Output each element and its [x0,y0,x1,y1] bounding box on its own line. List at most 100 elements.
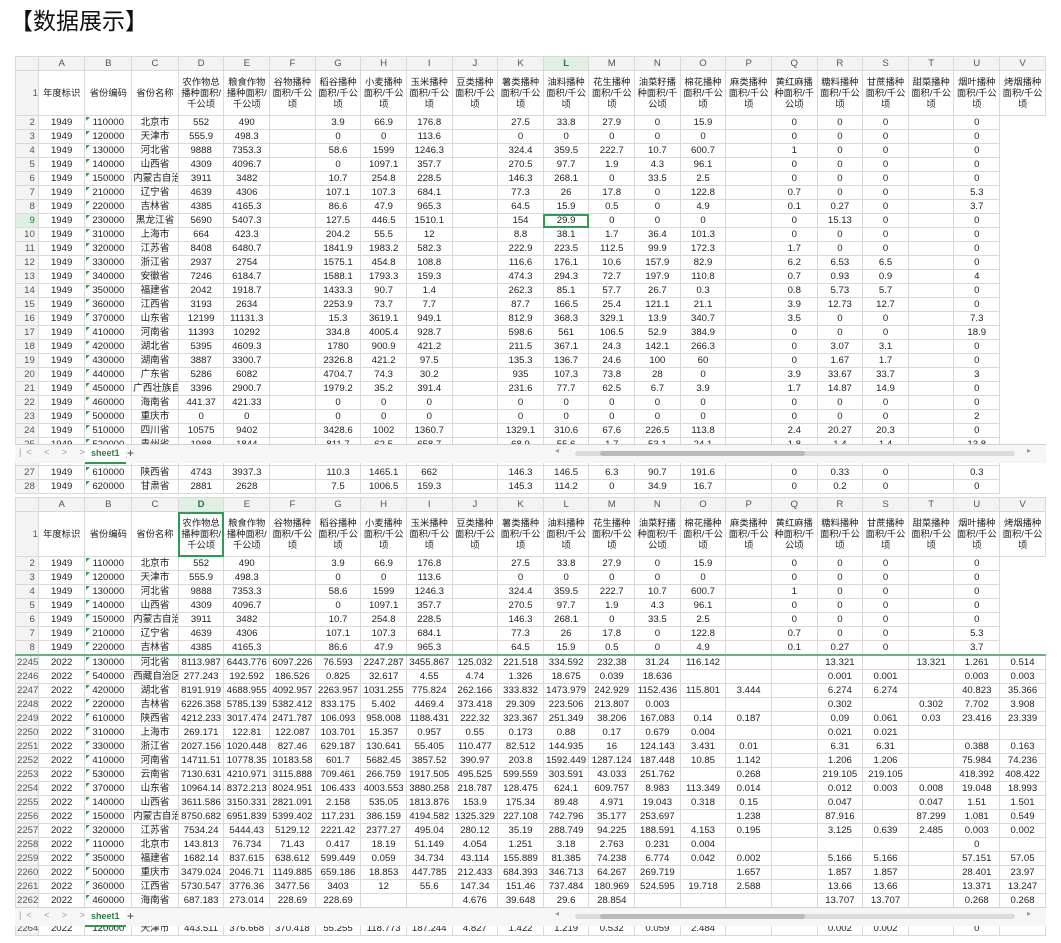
data-cell[interactable]: 10183.58 [269,753,316,768]
data-cell[interactable]: 1949 [37,269,86,284]
data-cell[interactable] [770,669,818,684]
data-cell[interactable]: 552 [177,115,225,130]
header-cell[interactable]: 黄红麻播种面积/千公顷 [770,70,818,116]
data-cell[interactable] [269,213,316,228]
data-cell[interactable] [725,325,772,340]
data-cell[interactable]: 242.929 [588,683,636,698]
data-cell[interactable]: 1433.3 [314,283,362,298]
data-cell[interactable] [451,570,499,585]
data-cell[interactable]: 26 [542,626,590,641]
data-cell[interactable]: 湖南省 [131,353,179,368]
column-header-U[interactable]: U [953,497,1001,512]
data-cell[interactable]: 0.014 [725,781,772,796]
data-cell[interactable]: 2.485 [907,823,955,838]
data-cell[interactable] [770,654,818,670]
data-cell[interactable]: 99.9 [634,241,681,256]
table-row[interactable]: 16 1949 370000 山东省 12199 11131.3 15.3 3619.1 949… [15,311,1046,326]
data-cell[interactable]: 1949 [37,115,86,130]
data-cell[interactable]: 330000 [84,255,133,270]
data-cell[interactable]: 600.7 [679,143,727,158]
data-cell[interactable]: 8113.987 [177,654,225,670]
column-header-T[interactable]: T [907,56,955,71]
data-cell[interactable]: 6.3 [588,465,636,480]
data-cell[interactable]: 66.9 [360,556,407,571]
data-cell[interactable]: 15.9 [679,115,727,130]
data-cell[interactable] [451,283,499,298]
data-cell[interactable]: 2.5 [679,171,727,186]
data-cell[interactable]: 11131.3 [223,311,271,326]
data-cell[interactable]: 142.1 [634,339,681,354]
data-cell[interactable]: 949.1 [405,311,453,326]
data-cell[interactable]: 2022 [37,795,86,810]
column-header-S[interactable]: S [862,497,909,512]
row-header[interactable]: 4 [15,584,39,599]
data-cell[interactable]: 1.7 [862,353,909,368]
data-cell[interactable]: 1575.1 [314,255,362,270]
data-cell[interactable]: 23.97 [999,865,1046,880]
data-cell[interactable]: 5.166 [816,851,864,866]
data-cell[interactable]: 0 [816,395,864,410]
data-cell[interactable]: 24.3 [588,339,636,354]
data-cell[interactable]: 1949 [37,297,86,312]
data-cell[interactable]: 320000 [84,823,133,838]
data-cell[interactable]: 内蒙古自治区 [131,809,179,824]
data-cell[interactable]: 3.908 [999,697,1046,712]
data-cell[interactable] [634,893,681,908]
data-cell[interactable] [451,311,499,326]
data-cell[interactable]: 0.318 [679,795,727,810]
data-cell[interactable] [269,584,316,599]
data-cell[interactable]: 0.195 [725,823,772,838]
data-cell[interactable] [269,395,316,410]
data-cell[interactable]: 107.1 [314,626,362,641]
data-cell[interactable] [679,669,727,684]
table-row[interactable]: 2253 2022 530000 云南省 7130.631 4210.971 3115.88… [15,767,1046,782]
data-cell[interactable]: 33.7 [862,367,909,382]
data-cell[interactable]: 5444.43 [223,823,271,838]
data-cell[interactable]: 0.1 [770,640,818,656]
data-cell[interactable] [770,753,818,768]
data-cell[interactable]: 390.97 [451,753,499,768]
data-cell[interactable]: 西藏自治区 [131,669,179,684]
data-cell[interactable]: 116.6 [497,255,544,270]
data-cell[interactable]: 3776.36 [223,879,271,894]
data-cell[interactable] [725,129,772,144]
data-cell[interactable]: 3911 [177,612,225,627]
data-cell[interactable]: 4.9 [679,640,727,656]
data-cell[interactable]: 0 [862,171,909,186]
header-cell[interactable]: 粮食作物播种面积/千公顷 [223,70,271,116]
data-cell[interactable]: 0.639 [862,823,909,838]
data-cell[interactable]: 175.34 [497,795,544,810]
data-cell[interactable]: 4.054 [451,837,499,852]
data-cell[interactable]: 辽宁省 [131,185,179,200]
data-cell[interactable] [269,269,316,284]
data-cell[interactable]: 0.003 [953,669,1001,684]
data-cell[interactable]: 0.061 [862,711,909,726]
column-header-A[interactable]: A [37,56,86,71]
data-cell[interactable]: 2247.287 [360,654,407,670]
data-cell[interactable]: 0 [770,115,818,130]
data-cell[interactable]: 85.1 [542,283,590,298]
data-cell[interactable]: 3150.331 [223,795,271,810]
data-cell[interactable]: 2022 [37,879,86,894]
data-cell[interactable]: 18.636 [634,669,681,684]
data-cell[interactable]: 106.093 [314,711,362,726]
table-row[interactable]: 20 1949 440000 广东省 5286 6082 4704.7 74.3 30.2 935… [15,367,1046,382]
data-cell[interactable]: 535.05 [360,795,407,810]
data-cell[interactable]: 2628 [223,479,271,494]
data-cell[interactable]: 228.5 [405,171,453,186]
data-cell[interactable]: 86.6 [314,640,362,656]
data-cell[interactable]: 0 [634,626,681,641]
data-cell[interactable]: 958.008 [360,711,407,726]
column-header-G[interactable]: G [314,56,362,71]
data-cell[interactable]: 0 [314,570,362,585]
data-cell[interactable]: 146.5 [542,465,590,480]
data-cell[interactable] [999,837,1046,852]
data-cell[interactable]: 268.1 [542,171,590,186]
data-cell[interactable]: 324.4 [497,143,544,158]
data-cell[interactable]: 9888 [177,584,225,599]
data-cell[interactable]: 357.7 [405,157,453,172]
table-row[interactable]: 2252 2022 410000 河南省 14711.51 10778.35 10183.5… [15,753,1046,768]
data-cell[interactable]: 140000 [84,795,133,810]
data-cell[interactable] [907,669,955,684]
table-row[interactable]: 61949150000内蒙古自治区39113482 10.7254.8228.5 1… [15,171,1046,186]
